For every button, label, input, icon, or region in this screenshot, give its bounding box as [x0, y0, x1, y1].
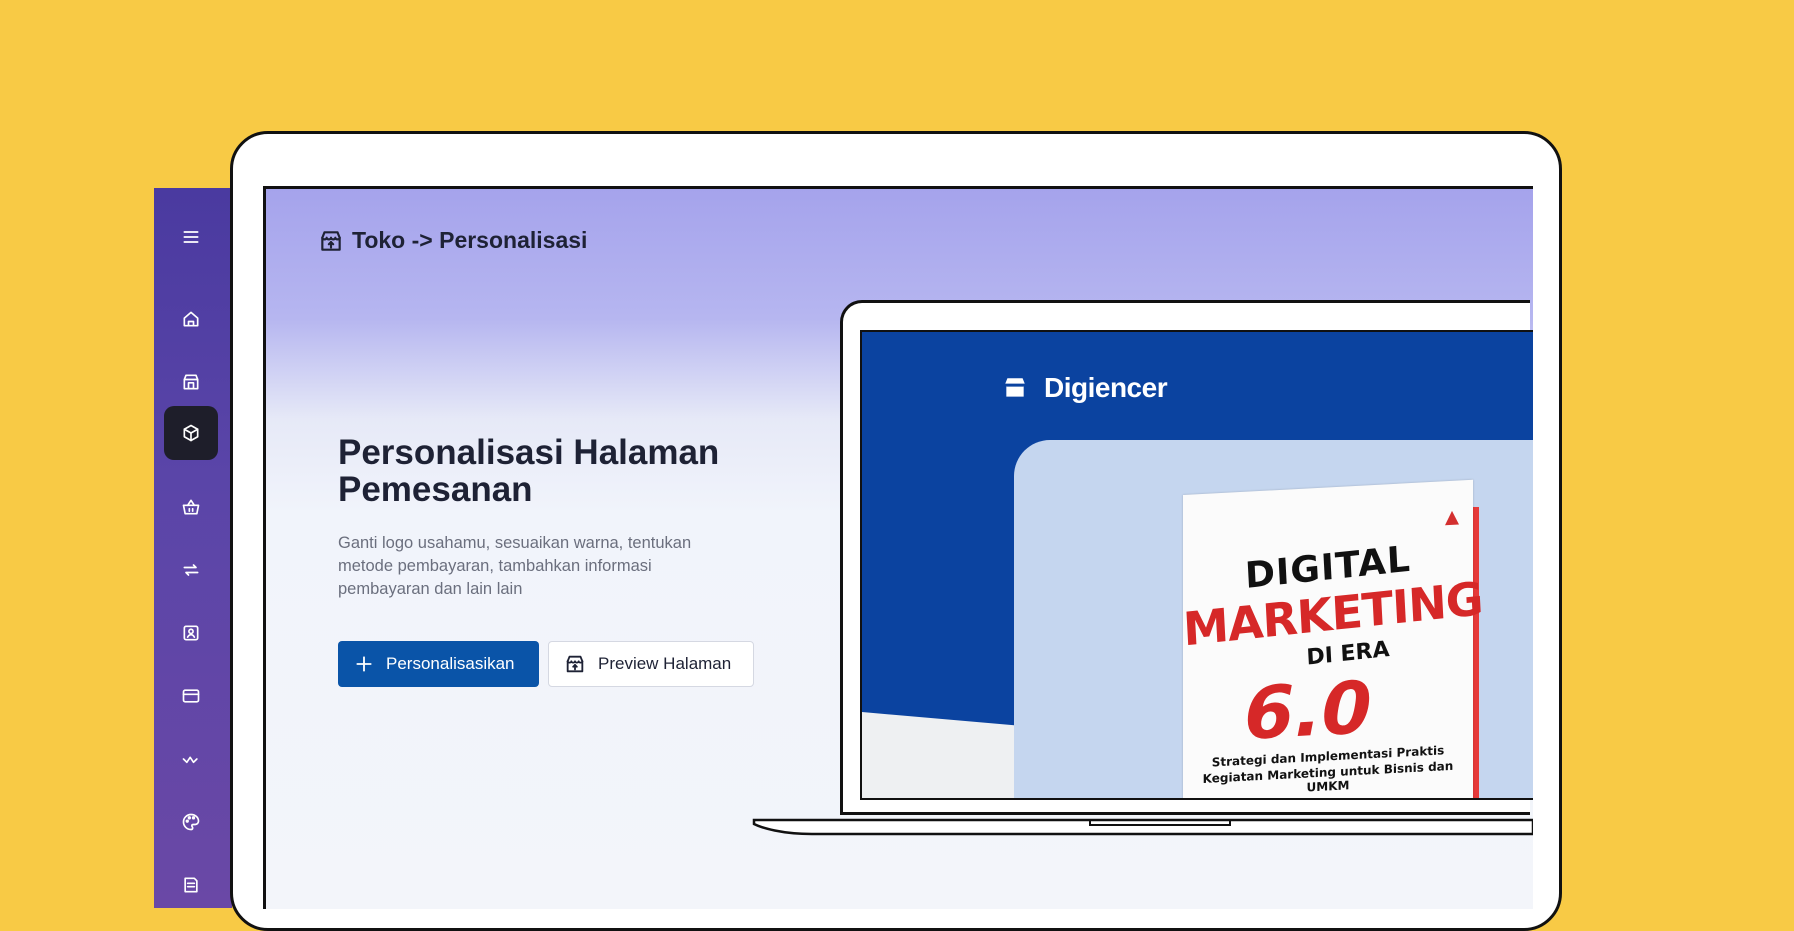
store-icon	[566, 655, 584, 673]
user-card-icon[interactable]	[164, 606, 218, 660]
transfer-icon[interactable]	[164, 543, 218, 597]
page-title: Personalisasi Halaman Pemesanan	[338, 433, 720, 509]
sidebar	[154, 188, 232, 908]
breadcrumb-text: Toko -> Personalisasi	[352, 227, 588, 253]
laptop-base	[752, 818, 1533, 836]
store-icon	[321, 230, 341, 251]
book-page: DIGITAL MARKETING DI ERA 6.0 Strategi da…	[1182, 479, 1484, 798]
box-icon[interactable]	[164, 406, 218, 460]
activity-icon[interactable]	[164, 732, 218, 786]
publisher-logo-icon	[1445, 510, 1459, 526]
personalize-button[interactable]: Personalisasikan	[338, 641, 539, 687]
main-screen: Toko -> Personalisasi Personalisasi Hala…	[263, 186, 1533, 909]
laptop-illustration: Digiencer DIGITAL MARKETING DI ERA 6.0 S…	[752, 300, 1533, 860]
preview-brand-name: Digiencer	[1044, 372, 1168, 403]
page-description: Ganti logo usahamu, sesuaikan warna, ten…	[338, 534, 692, 598]
menu-icon[interactable]	[164, 210, 218, 264]
breadcrumb: Toko -> Personalisasi	[318, 227, 587, 254]
palette-icon[interactable]	[164, 795, 218, 849]
browser-icon[interactable]	[164, 669, 218, 723]
basket-icon[interactable]	[164, 480, 218, 534]
plus-icon	[356, 656, 372, 672]
preview-page-button-label: Preview Halaman	[598, 654, 732, 673]
home-icon[interactable]	[164, 292, 218, 346]
store-icon[interactable]	[164, 355, 218, 409]
book-cover: DIGITAL MARKETING DI ERA 6.0 Strategi da…	[1182, 479, 1503, 798]
shop-icon	[1005, 378, 1025, 397]
personalize-button-label: Personalisasikan	[386, 654, 515, 673]
laptop-lid: Digiencer DIGITAL MARKETING DI ERA 6.0 S…	[840, 300, 1533, 815]
document-icon[interactable]	[164, 858, 218, 912]
laptop-screen: Digiencer DIGITAL MARKETING DI ERA 6.0 S…	[860, 330, 1533, 800]
preview-brand: Digiencer	[1002, 372, 1168, 404]
preview-page-button[interactable]: Preview Halaman	[548, 641, 754, 687]
